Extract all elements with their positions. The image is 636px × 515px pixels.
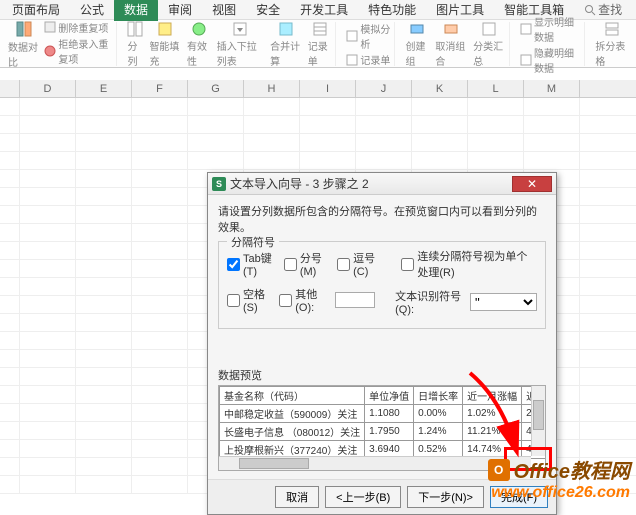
- split-table-button[interactable]: 拆分表格: [595, 21, 628, 68]
- tab-review[interactable]: 审阅: [158, 0, 202, 21]
- search-icon: [584, 4, 596, 16]
- column-headers: D E F G H I J K L M: [0, 80, 636, 98]
- tab-pagelayout[interactable]: 页面布局: [2, 0, 70, 21]
- corner-header[interactable]: [0, 80, 20, 97]
- split-col-icon: [127, 21, 143, 37]
- col-header-d[interactable]: D: [20, 80, 76, 97]
- next-button[interactable]: 下一步(N)>: [407, 486, 484, 508]
- tool-group-detail: 显示明细数据 隐藏明细数据: [516, 22, 585, 66]
- tab-view[interactable]: 视图: [202, 0, 246, 21]
- group-create-button[interactable]: 创建组: [405, 21, 429, 68]
- back-button[interactable]: <上一步(B): [325, 486, 401, 508]
- preview-hscroll[interactable]: [219, 456, 531, 470]
- watermark-title: Office教程网: [514, 455, 630, 484]
- show-detail-icon: [520, 23, 532, 35]
- reject-dup-button[interactable]: 拒绝录入重复项: [44, 36, 112, 66]
- tab-devtools[interactable]: 开发工具: [290, 0, 358, 21]
- dropdown-icon: [232, 21, 248, 37]
- search-label: 查找: [598, 1, 622, 18]
- dialog-title-text: 文本导入向导 - 3 步骤之 2: [230, 175, 512, 192]
- split-table-icon: [604, 21, 620, 37]
- dialog-body: 请设置分列数据所包含的分隔符号。在预览窗口内可以看到分列的效果。 分隔符号 Ta…: [208, 195, 556, 479]
- consecutive-checkbox[interactable]: 连续分隔符号视为单个处理(R): [401, 248, 537, 280]
- col-header-j[interactable]: J: [356, 80, 412, 97]
- watermark: O Office教程网 www.office26.com: [488, 455, 630, 502]
- record-button[interactable]: 记录单: [346, 52, 390, 67]
- watermark-url: www.office26.com: [488, 484, 630, 502]
- tab-formula[interactable]: 公式: [70, 0, 114, 21]
- delimiter-fieldset: 分隔符号 Tab键(T) 分号(M) 逗号(C) 连续分隔符号视为单个处理(R)…: [218, 241, 546, 329]
- data-compare-label: 数据对比: [8, 39, 40, 69]
- tab-security[interactable]: 安全: [246, 0, 290, 21]
- toolbar: 数据对比 删除重复项 拒绝录入重复项 分列 智能填充 有效性 插入下拉列表 合并…: [0, 20, 636, 68]
- qualifier-label: 文本识别符号(Q):: [395, 288, 466, 316]
- col-header-h[interactable]: H: [244, 80, 300, 97]
- dialog-instruction: 请设置分列数据所包含的分隔符号。在预览窗口内可以看到分列的效果。: [218, 203, 546, 235]
- col-header-e[interactable]: E: [76, 80, 132, 97]
- other-delimiter-input[interactable]: [335, 292, 375, 308]
- col-header-f[interactable]: F: [132, 80, 188, 97]
- tab-data[interactable]: 数据: [114, 0, 158, 21]
- col-header-k[interactable]: K: [412, 80, 468, 97]
- cancel-button[interactable]: 取消: [275, 486, 319, 508]
- qualifier-select[interactable]: ": [470, 293, 537, 311]
- col-header-i[interactable]: I: [300, 80, 356, 97]
- tool-group-analysis: 模拟分析 记录单: [342, 22, 395, 66]
- close-button[interactable]: ✕: [512, 176, 552, 192]
- compare-icon: [15, 20, 33, 38]
- other-checkbox[interactable]: 其他(O):: [279, 286, 327, 314]
- dialog-titlebar[interactable]: S 文本导入向导 - 3 步骤之 2 ✕: [208, 173, 556, 195]
- data-compare-button[interactable]: 数据对比: [8, 20, 40, 69]
- show-detail-button[interactable]: 显示明细数据: [520, 14, 580, 44]
- tool-group-data: 分列 智能填充 有效性 插入下拉列表 合并计算 记录单: [123, 22, 336, 66]
- app-icon: S: [212, 177, 226, 191]
- search-box[interactable]: 查找: [584, 1, 622, 18]
- smart-fill-icon: [157, 21, 173, 37]
- reject-dup-icon: [44, 45, 56, 57]
- subtotal-button[interactable]: 分类汇总: [473, 21, 505, 68]
- validation-icon: [191, 21, 207, 37]
- smart-fill-button[interactable]: 智能填充: [149, 21, 181, 68]
- preview-label: 数据预览: [218, 367, 546, 383]
- delete-dup-icon: [44, 21, 56, 33]
- hide-detail-icon: [520, 54, 532, 66]
- dropdown-button[interactable]: 插入下拉列表: [217, 21, 264, 68]
- preview-vscroll[interactable]: [531, 386, 545, 456]
- watermark-logo-icon: O: [488, 459, 510, 481]
- tool-group-outline: 创建组 取消组合 分类汇总: [401, 22, 510, 66]
- semicolon-checkbox[interactable]: 分号(M): [284, 250, 329, 278]
- tab-feature[interactable]: 特色功能: [358, 0, 426, 21]
- whatif-icon: [346, 30, 358, 42]
- ungroup-icon: [443, 21, 459, 37]
- record-form-icon: [312, 21, 328, 37]
- space-checkbox[interactable]: 空格(S): [227, 286, 271, 314]
- consolidate-button[interactable]: 合并计算: [270, 21, 302, 68]
- col-header-l[interactable]: L: [468, 80, 524, 97]
- col-header-m[interactable]: M: [524, 80, 580, 97]
- split-col-button[interactable]: 分列: [127, 21, 143, 68]
- comma-checkbox[interactable]: 逗号(C): [337, 250, 381, 278]
- subtotal-icon: [481, 21, 497, 37]
- tool-group-split: 拆分表格: [591, 22, 632, 66]
- whatif-button[interactable]: 模拟分析: [346, 21, 390, 51]
- ungroup-button[interactable]: 取消组合: [435, 21, 467, 68]
- record-icon: [346, 54, 358, 66]
- delimiter-legend: 分隔符号: [227, 234, 279, 250]
- record-form-button[interactable]: 记录单: [308, 21, 332, 68]
- preview-vscroll-thumb[interactable]: [533, 400, 544, 430]
- delete-dup-button[interactable]: 删除重复项: [44, 20, 112, 35]
- consolidate-icon: [278, 21, 294, 37]
- tab-checkbox[interactable]: Tab键(T): [227, 250, 276, 278]
- validation-button[interactable]: 有效性: [187, 21, 211, 68]
- col-header-g[interactable]: G: [188, 80, 244, 97]
- tool-group-compare: 数据对比 删除重复项 拒绝录入重复项: [4, 22, 117, 66]
- group-create-icon: [409, 21, 425, 37]
- tab-picture[interactable]: 图片工具: [426, 0, 494, 21]
- preview-hscroll-thumb[interactable]: [239, 458, 309, 469]
